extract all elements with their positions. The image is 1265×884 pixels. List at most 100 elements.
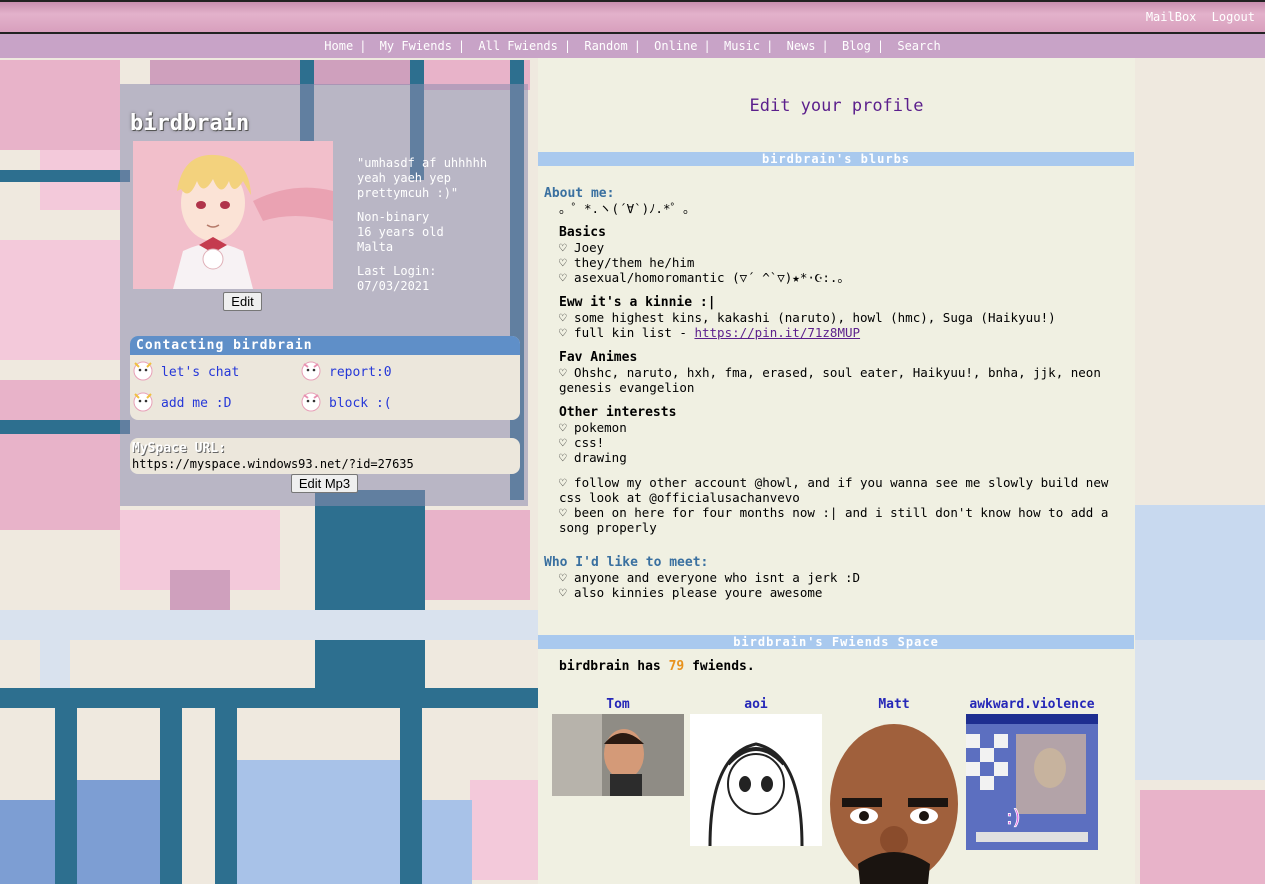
mascot-icon	[299, 359, 323, 381]
kin-list-link[interactable]: https://pin.it/71z8MUP	[694, 325, 860, 340]
chat-link[interactable]: let's chat	[133, 361, 240, 381]
friend-name[interactable]: aoi	[690, 697, 822, 712]
friend-photo[interactable]	[690, 714, 822, 846]
mascot-icon	[131, 390, 155, 412]
kinnie-item: ♡ some highest kins, kakashi (naruto), h…	[559, 310, 1056, 325]
nav-home[interactable]: Home	[318, 39, 359, 53]
meet-item: ♡ also kinnies please youre awesome	[559, 585, 823, 600]
profile-avatar	[133, 141, 333, 289]
interest-item: ♡ css!	[559, 435, 605, 450]
railing-post	[55, 708, 77, 884]
background-building	[1135, 505, 1265, 625]
blossom-cluster	[1140, 790, 1265, 884]
friend-name[interactable]: awkward.violence	[966, 697, 1098, 712]
extra-text: ♡ follow my other account @howl, and if …	[559, 475, 1109, 505]
edit-button[interactable]: Edit	[223, 292, 262, 311]
report-link[interactable]: report:0	[301, 361, 392, 381]
friend-card[interactable]: Matt	[828, 697, 960, 884]
railing-post	[160, 708, 182, 884]
about-text: 。゜*.ヽ(´∀`)ﾉ.*゜。	[559, 201, 696, 216]
blossom-cluster	[0, 240, 120, 360]
friend-photo[interactable]: :)	[966, 714, 1098, 850]
profile-mood: "umhasdf af uhhhhh yeah yaeh yep prettym…	[357, 156, 488, 200]
interests-label: Other interests	[559, 405, 677, 420]
tree-branch	[0, 170, 130, 182]
friend-card[interactable]: Tom	[552, 697, 684, 796]
railing-post	[215, 708, 237, 884]
blossom-cluster	[0, 380, 120, 530]
top-bar: MailBox Logout	[0, 0, 1265, 34]
friend-photo[interactable]	[552, 714, 684, 796]
nav-search[interactable]: Search	[891, 39, 946, 53]
blurbs-section: About me: 。゜*.ヽ(´∀`)ﾉ.*゜。 Basics ♡ Joey …	[544, 186, 1129, 600]
profile-name: birdbrain	[130, 111, 250, 136]
friend-card[interactable]: awkward.violence :)	[966, 697, 1098, 850]
kin-list-prefix: ♡ full kin list -	[559, 325, 695, 340]
block-link[interactable]: block :(	[301, 392, 392, 412]
background-fence	[0, 610, 540, 640]
nav-random[interactable]: Random	[578, 39, 633, 53]
profile-gender: Non-binary	[357, 210, 430, 224]
mailbox-link[interactable]: MailBox	[1146, 10, 1197, 24]
tree-branch	[0, 420, 130, 434]
blurbs-header: birdbrain's blurbs	[538, 152, 1134, 166]
last-login-label: Last Login:	[357, 264, 437, 278]
grass	[237, 760, 400, 884]
basics-label: Basics	[559, 225, 606, 240]
background-building	[1135, 640, 1265, 780]
nav-online[interactable]: Online	[648, 39, 703, 53]
add-friend-link[interactable]: add me :D	[133, 392, 232, 412]
logout-link[interactable]: Logout	[1212, 10, 1255, 24]
friends-prefix: birdbrain has	[559, 659, 661, 674]
friend-name[interactable]: Matt	[828, 697, 960, 712]
friends-suffix: fwiends.	[692, 659, 755, 674]
background-fence	[40, 640, 70, 690]
block-label: block :(	[329, 396, 392, 411]
friend-photo[interactable]	[828, 714, 960, 884]
nav-all-fwiends[interactable]: All Fwiends	[472, 39, 563, 53]
grass	[0, 800, 55, 884]
profile-url[interactable]: https://myspace.windows93.net/?id=27635	[132, 457, 414, 471]
url-label: MySpace URL:	[132, 441, 226, 456]
mascot-icon	[299, 390, 323, 412]
nav-news[interactable]: News	[781, 39, 822, 53]
interest-item: ♡ drawing	[559, 450, 627, 465]
blossom-cluster	[470, 780, 538, 880]
nav-blog[interactable]: Blog	[836, 39, 877, 53]
anime-label: Fav Animes	[559, 350, 638, 365]
report-label: report:0	[329, 365, 392, 380]
mascot-icon	[131, 359, 155, 381]
basics-item: ♡ Joey	[559, 240, 605, 255]
chat-label: let's chat	[161, 365, 240, 380]
kin-list-line: ♡ full kin list - https://pin.it/71z8MUP	[544, 325, 1129, 340]
last-login-value: 07/03/2021	[357, 279, 430, 293]
tree-trunk	[315, 490, 425, 690]
basics-item: ♡ asexual/homoromantic (▽´ ^`▽)★*·☪︎:.｡	[559, 270, 844, 285]
top-links: MailBox Logout	[1138, 10, 1255, 24]
anime-text: ♡ Ohshc, naruto, hxh, fma, erased, soul …	[559, 365, 1101, 395]
friends-count-line: birdbrain has 79 fwiends.	[559, 659, 755, 674]
friend-card[interactable]: aoi	[690, 697, 822, 846]
nav-music[interactable]: Music	[718, 39, 766, 53]
edit-profile-link[interactable]: Edit your profile	[538, 96, 1135, 116]
profile-details: "umhasdf af uhhhhh yeah yaeh yep prettym…	[357, 156, 517, 303]
about-label: About me:	[544, 186, 615, 201]
svg-text::): :)	[1006, 805, 1021, 829]
grass	[77, 780, 160, 884]
railing-post	[400, 708, 422, 884]
profile-location: Malta	[357, 240, 394, 254]
friend-name[interactable]: Tom	[552, 697, 684, 712]
friends-header: birdbrain's Fwiends Space	[538, 635, 1134, 649]
edit-mp3-button[interactable]: Edit Mp3	[291, 474, 358, 493]
railing	[0, 688, 540, 708]
extra-text: ♡ been on here for four months now :| an…	[559, 505, 1109, 535]
friends-count: 79	[668, 659, 685, 674]
interest-item: ♡ pokemon	[559, 420, 627, 435]
basics-item: ♡ they/them he/him	[559, 255, 695, 270]
add-label: add me :D	[161, 396, 232, 411]
grass	[422, 800, 472, 884]
blossom-cluster	[0, 60, 120, 150]
nav-my-fwiends[interactable]: My Fwiends	[374, 39, 458, 53]
kinnie-label: Eww it's a kinnie :|	[559, 295, 716, 310]
meet-label: Who I'd like to meet:	[544, 555, 709, 570]
